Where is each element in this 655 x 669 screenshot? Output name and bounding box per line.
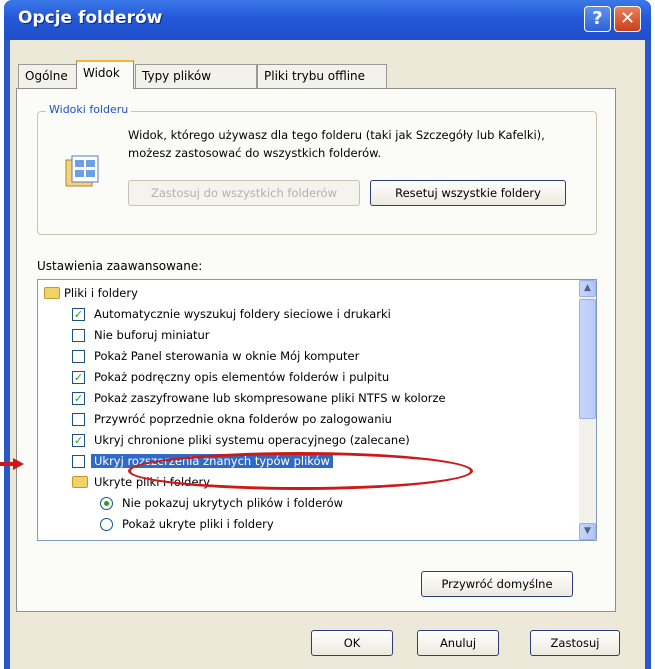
cancel-button[interactable]: Anuluj — [417, 630, 499, 656]
scroll-down-icon[interactable]: ▼ — [579, 523, 596, 540]
radio[interactable] — [100, 518, 113, 531]
title-bar[interactable]: Opcje folderów ? ✕ — [4, 0, 651, 40]
folder-views-title: Widoki folderu — [46, 103, 132, 116]
checkbox-checked[interactable]: ✓ — [72, 308, 85, 321]
list-item-label: Nie pokazuj ukrytych plików i folderów — [122, 496, 344, 510]
list-item-label: Przywróć poprzednie okna folderów po zal… — [94, 412, 392, 426]
folder-options-window: Opcje folderów ? ✕ Ogólne Widok Typy pli… — [4, 0, 651, 669]
tab-offline-files[interactable]: Pliki trybu offline — [257, 64, 387, 88]
checkbox-checked[interactable]: ✓ — [72, 371, 85, 384]
apply-button[interactable]: Zastosuj — [530, 630, 620, 656]
close-button[interactable]: ✕ — [614, 6, 641, 32]
checkbox-checked[interactable]: ✓ — [72, 434, 85, 447]
advanced-settings-label: Ustawienia zaawansowane: — [37, 259, 203, 273]
folder-views-group: Widoki folderu Widok, którego używasz dl… — [37, 103, 597, 235]
checkbox[interactable] — [72, 350, 85, 363]
apply-to-all-folders-button[interactable]: Zastosuj do wszystkich folderów — [128, 180, 360, 206]
checkbox[interactable] — [72, 413, 85, 426]
scroll-up-icon[interactable]: ▲ — [579, 280, 596, 297]
vertical-scrollbar[interactable]: ▲ ▼ — [579, 280, 596, 540]
list-item-label: Pokaż podręczny opis elementów folderów … — [94, 370, 390, 384]
help-button[interactable]: ? — [584, 6, 611, 32]
checkbox[interactable] — [72, 329, 85, 342]
list-item-label: Nie buforuj miniatur — [94, 328, 210, 342]
ok-button[interactable]: OK — [311, 630, 393, 656]
view-tab-panel: Widoki folderu Widok, którego używasz dl… — [16, 88, 616, 612]
arrow-right-icon — [0, 458, 24, 470]
list-item-label: Pliki i foldery — [64, 286, 138, 300]
restore-defaults-button[interactable]: Przywróć domyślne — [421, 571, 573, 597]
folder-views-description: Widok, którego używasz dla tego folderu … — [128, 128, 545, 160]
checkbox[interactable] — [72, 455, 85, 468]
advanced-settings-list[interactable]: Pliki i foldery ✓ Automatycznie wyszukuj… — [37, 279, 597, 541]
checkbox-checked[interactable]: ✓ — [72, 392, 85, 405]
radio-selected[interactable] — [100, 497, 113, 510]
folder-icon — [44, 287, 60, 299]
list-item-label: Pokaż ukryte pliki i foldery — [122, 517, 274, 531]
window-title: Opcje folderów — [18, 8, 163, 28]
list-item-label: Pokaż zaszyfrowane lub skompresowane pli… — [94, 391, 446, 405]
folder-icon — [72, 476, 88, 488]
tab-general[interactable]: Ogólne — [18, 64, 78, 88]
dialog-client-area: Ogólne Widok Typy plików Pliki trybu off… — [10, 40, 645, 669]
list-item-label: Ukryj rozszerzenia znanych typów plików — [91, 454, 333, 468]
tab-view[interactable]: Widok — [76, 60, 134, 89]
reset-all-folders-button[interactable]: Resetuj wszystkie foldery — [370, 180, 566, 206]
list-item-label: Ukryte pliki i foldery — [94, 475, 211, 489]
list-item-label: Automatycznie wyszukuj foldery sieciowe … — [94, 307, 391, 321]
scroll-thumb[interactable] — [579, 299, 596, 419]
folder-views-icon — [65, 155, 99, 187]
list-item-label: Pokaż Panel sterowania w oknie Mój kompu… — [94, 349, 360, 363]
list-item-label: Ukryj chronione pliki systemu operacyjne… — [94, 433, 410, 447]
tab-file-types[interactable]: Typy plików — [135, 64, 257, 88]
